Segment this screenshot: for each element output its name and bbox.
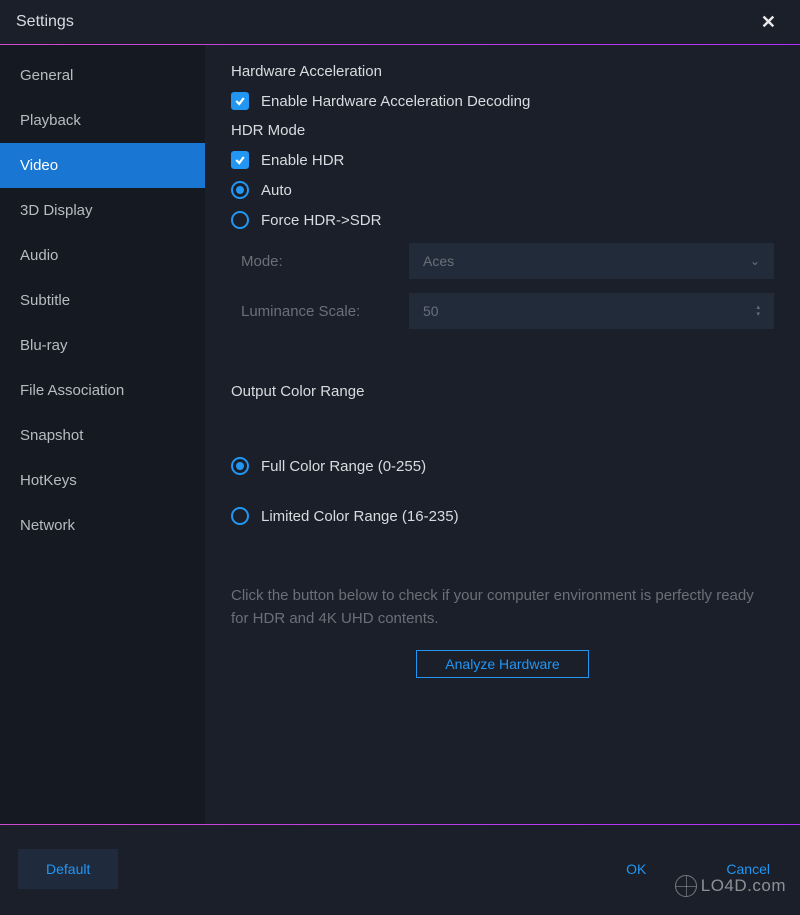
sidebar-item-video[interactable]: Video bbox=[0, 143, 205, 188]
hdr-force-label: Force HDR->SDR bbox=[261, 212, 381, 229]
sidebar-item-hotkeys[interactable]: HotKeys bbox=[0, 458, 205, 503]
sidebar-item-snapshot[interactable]: Snapshot bbox=[0, 413, 205, 458]
sidebar-item-3d-display[interactable]: 3D Display bbox=[0, 188, 205, 233]
hdr-force-row: Force HDR->SDR bbox=[231, 211, 774, 229]
mode-dropdown[interactable]: Aces ⌄ bbox=[409, 243, 774, 279]
mode-row: Mode: Aces ⌄ bbox=[241, 243, 774, 279]
sidebar: General Playback Video 3D Display Audio … bbox=[0, 45, 205, 824]
cancel-button[interactable]: Cancel bbox=[714, 853, 782, 885]
main-container: General Playback Video 3D Display Audio … bbox=[0, 45, 800, 824]
hdr-auto-row: Auto bbox=[231, 181, 774, 199]
hdr-section-title: HDR Mode bbox=[231, 122, 774, 139]
sidebar-item-network[interactable]: Network bbox=[0, 503, 205, 548]
titlebar: Settings ✕ bbox=[0, 0, 800, 44]
hdr-enable-row: Enable HDR bbox=[231, 151, 774, 169]
check-icon bbox=[234, 154, 246, 166]
hdr-force-radio[interactable] bbox=[231, 211, 249, 229]
close-icon[interactable]: ✕ bbox=[753, 8, 784, 37]
output-color-title: Output Color Range bbox=[231, 383, 774, 400]
footer: Default OK Cancel LO4D.com bbox=[0, 825, 800, 913]
sidebar-item-file-association[interactable]: File Association bbox=[0, 368, 205, 413]
sidebar-item-playback[interactable]: Playback bbox=[0, 98, 205, 143]
sidebar-item-audio[interactable]: Audio bbox=[0, 233, 205, 278]
analyze-hardware-button[interactable]: Analyze Hardware bbox=[416, 650, 588, 678]
chevron-down-icon: ⌄ bbox=[750, 254, 760, 268]
limited-color-row: Limited Color Range (16-235) bbox=[231, 507, 774, 525]
check-icon bbox=[234, 95, 246, 107]
hwaccel-checkbox-label: Enable Hardware Acceleration Decoding bbox=[261, 93, 530, 110]
ok-button[interactable]: OK bbox=[614, 853, 658, 885]
sidebar-item-general[interactable]: General bbox=[0, 53, 205, 98]
hdr-enable-checkbox[interactable] bbox=[231, 151, 249, 169]
full-color-row: Full Color Range (0-255) bbox=[231, 457, 774, 475]
settings-title: Settings bbox=[16, 13, 74, 31]
luminance-value: 50 bbox=[423, 303, 439, 319]
hwaccel-section-title: Hardware Acceleration bbox=[231, 63, 774, 80]
analyze-hint-text: Click the button below to check if your … bbox=[231, 585, 774, 630]
hwaccel-checkbox[interactable] bbox=[231, 92, 249, 110]
mode-label: Mode: bbox=[241, 253, 391, 270]
limited-color-label: Limited Color Range (16-235) bbox=[261, 508, 459, 525]
mode-value: Aces bbox=[423, 253, 454, 269]
spinner-up-icon[interactable]: ▴ bbox=[756, 304, 760, 311]
hwaccel-checkbox-row: Enable Hardware Acceleration Decoding bbox=[231, 92, 774, 110]
hdr-auto-label: Auto bbox=[261, 182, 292, 199]
default-button[interactable]: Default bbox=[18, 849, 118, 889]
full-color-label: Full Color Range (0-255) bbox=[261, 458, 426, 475]
luminance-row: Luminance Scale: 50 ▴ ▾ bbox=[241, 293, 774, 329]
hdr-auto-radio[interactable] bbox=[231, 181, 249, 199]
spinner-arrows[interactable]: ▴ ▾ bbox=[756, 304, 760, 318]
spinner-down-icon[interactable]: ▾ bbox=[756, 311, 760, 318]
luminance-input[interactable]: 50 ▴ ▾ bbox=[409, 293, 774, 329]
full-color-radio[interactable] bbox=[231, 457, 249, 475]
sidebar-item-bluray[interactable]: Blu-ray bbox=[0, 323, 205, 368]
hdr-enable-label: Enable HDR bbox=[261, 152, 344, 169]
sidebar-item-subtitle[interactable]: Subtitle bbox=[0, 278, 205, 323]
luminance-label: Luminance Scale: bbox=[241, 303, 391, 320]
content-panel: Hardware Acceleration Enable Hardware Ac… bbox=[205, 45, 800, 824]
limited-color-radio[interactable] bbox=[231, 507, 249, 525]
